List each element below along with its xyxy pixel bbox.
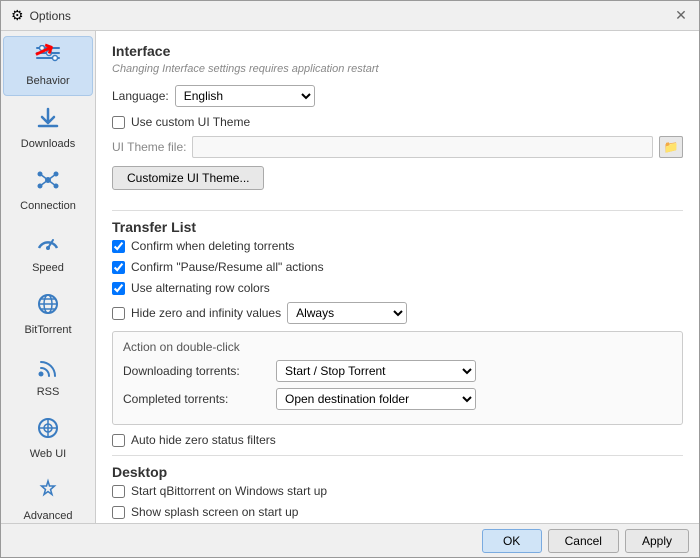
sidebar-label-speed: Speed <box>32 262 64 274</box>
theme-file-input[interactable] <box>192 136 653 158</box>
advanced-icon <box>35 478 61 508</box>
rss-icon <box>35 354 61 384</box>
hide-zero-select[interactable]: Always Never On loaded <box>287 302 407 324</box>
behavior-icon <box>35 45 61 73</box>
language-label: Language: <box>112 89 169 103</box>
language-select[interactable]: English French German <box>175 85 315 107</box>
apply-button[interactable]: Apply <box>625 529 689 553</box>
app-icon: ⚙ <box>11 7 24 24</box>
auto-hide-checkbox[interactable] <box>112 434 125 447</box>
hide-zero-checkbox[interactable] <box>112 307 125 320</box>
customize-ui-theme-button[interactable]: Customize UI Theme... <box>112 166 264 190</box>
sidebar-label-bittorrent: BitTorrent <box>24 324 71 336</box>
downloads-icon <box>35 106 61 136</box>
transfer-list-section-title: Transfer List <box>112 219 683 235</box>
sidebar-item-downloads[interactable]: Downloads <box>3 98 93 158</box>
cancel-button[interactable]: Cancel <box>548 529 619 553</box>
confirm-delete-checkbox[interactable] <box>112 240 125 253</box>
confirm-pause-checkbox[interactable] <box>112 261 125 274</box>
main-content: Interface Changing Interface settings re… <box>96 31 699 523</box>
sidebar-label-advanced: Advanced <box>24 510 73 522</box>
confirm-delete-label: Confirm when deleting torrents <box>131 239 294 253</box>
window-title: Options <box>30 9 71 23</box>
splash-screen-checkbox[interactable] <box>112 506 125 519</box>
double-click-section: Action on double-click Downloading torre… <box>112 331 683 425</box>
downloading-torrents-select[interactable]: Start / Stop Torrent Open destination fo… <box>276 360 476 382</box>
sidebar-item-behavior[interactable]: Behavior <box>3 36 93 96</box>
webui-icon <box>35 416 61 446</box>
sidebar-item-speed[interactable]: Speed <box>3 222 93 282</box>
alternating-rows-checkbox[interactable] <box>112 282 125 295</box>
sidebar-item-bittorrent[interactable]: BitTorrent <box>3 284 93 344</box>
sidebar-label-rss: RSS <box>37 386 60 398</box>
alternating-rows-label: Use alternating row colors <box>131 281 270 295</box>
custom-theme-checkbox[interactable] <box>112 116 125 129</box>
sidebar-label-webui: Web UI <box>30 448 66 460</box>
downloading-torrents-label: Downloading torrents: <box>123 364 268 378</box>
footer-bar: OK Cancel Apply <box>1 523 699 557</box>
sidebar-item-advanced[interactable]: Advanced <box>3 470 93 523</box>
sidebar-item-connection[interactable]: Connection <box>3 160 93 220</box>
start-windows-label: Start qBittorrent on Windows start up <box>131 484 327 498</box>
double-click-title: Action on double-click <box>123 340 672 354</box>
confirm-pause-label: Confirm "Pause/Resume all" actions <box>131 260 324 274</box>
hide-zero-label: Hide zero and infinity values <box>131 306 281 320</box>
custom-theme-label: Use custom UI Theme <box>131 115 250 129</box>
sidebar-item-webui[interactable]: Web UI <box>3 408 93 468</box>
sidebar-label-connection: Connection <box>20 200 76 212</box>
theme-file-browse-button[interactable]: 📁 <box>659 136 683 158</box>
sidebar-item-rss[interactable]: RSS <box>3 346 93 406</box>
interface-section-subtitle: Changing Interface settings requires app… <box>112 63 683 75</box>
completed-torrents-label: Completed torrents: <box>123 392 268 406</box>
connection-icon <box>35 168 61 198</box>
splash-screen-label: Show splash screen on start up <box>131 505 298 519</box>
titlebar: ⚙ Options ✕ <box>1 1 699 31</box>
sidebar-label-downloads: Downloads <box>21 138 75 150</box>
auto-hide-label: Auto hide zero status filters <box>131 433 276 447</box>
start-windows-checkbox[interactable] <box>112 485 125 498</box>
desktop-section-title: Desktop <box>112 464 683 480</box>
close-button[interactable]: ✕ <box>673 8 689 24</box>
sidebar-label-behavior: Behavior <box>26 75 69 87</box>
completed-torrents-select[interactable]: Open destination folder Start / Stop Tor… <box>276 388 476 410</box>
theme-file-label: UI Theme file: <box>112 140 186 154</box>
interface-section-title: Interface <box>112 43 683 59</box>
bittorrent-icon <box>35 292 61 322</box>
ok-button[interactable]: OK <box>482 529 542 553</box>
speed-icon <box>35 230 61 260</box>
sidebar: Behavior Downloads Connection <box>1 31 96 523</box>
